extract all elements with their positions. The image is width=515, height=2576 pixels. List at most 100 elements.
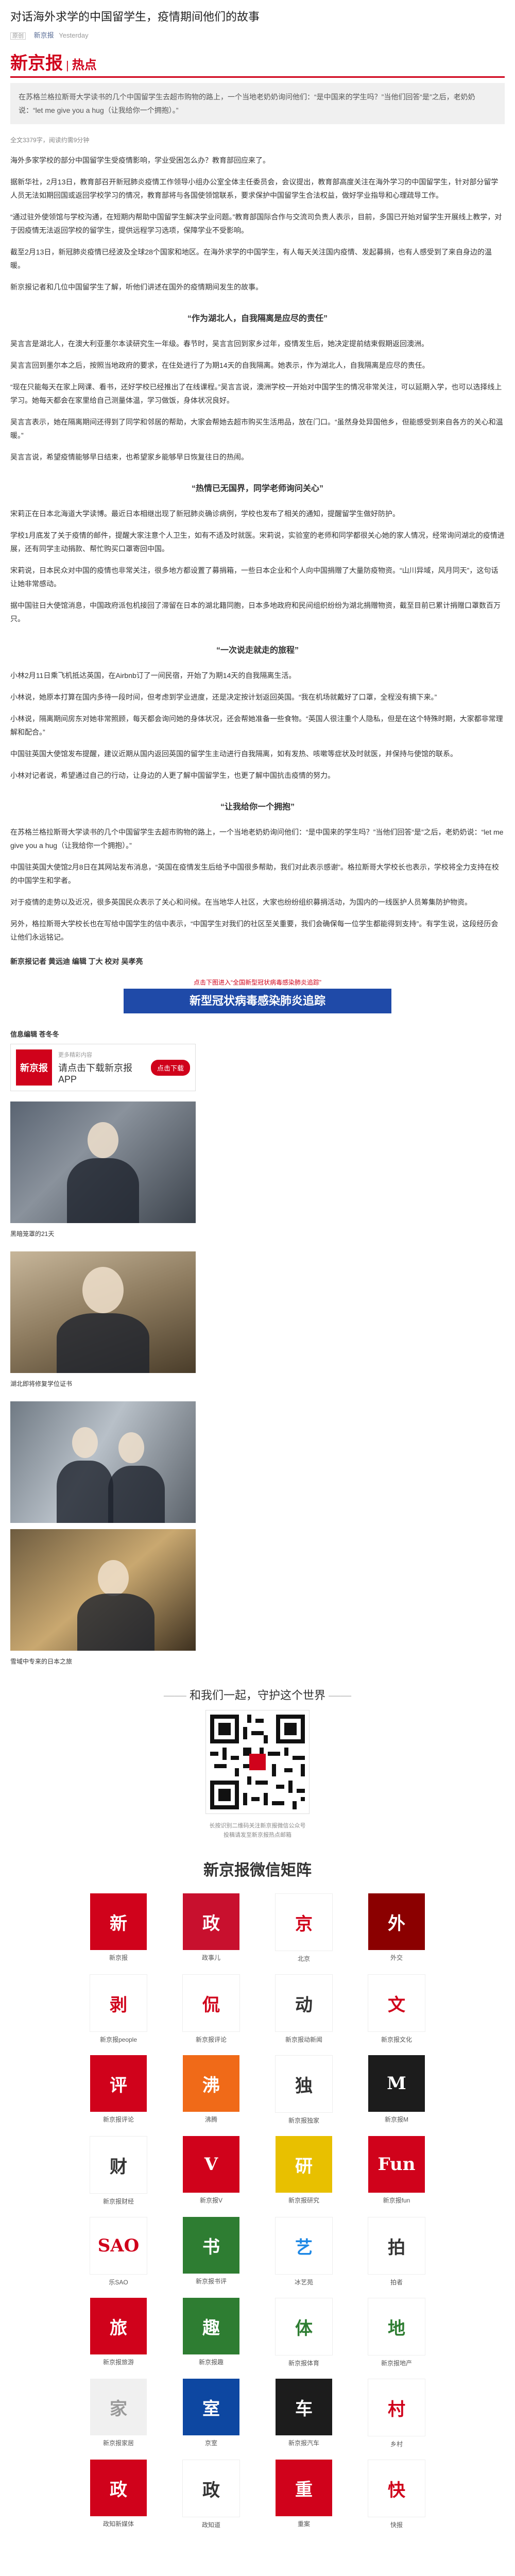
- matrix-account-tile[interactable]: 财新京报财经: [88, 2136, 149, 2206]
- intro-paragraph: 截至2月13日，新冠肺炎疫情已经波及全球28个国家和地区。在海外求学的中国学生，…: [10, 248, 492, 269]
- person-head-shape: [72, 1427, 98, 1458]
- section4-paragraph: 在苏格兰格拉斯哥大学读书的几个中国留学生去超市购物的路上，一个当地老奶奶询问他们…: [10, 828, 504, 850]
- account-name: 外交: [390, 1954, 403, 1961]
- matrix-account-tile[interactable]: 评新京报评论: [88, 2055, 149, 2125]
- account-name: 北京: [297, 1955, 310, 1962]
- app-subtitle: 更多精彩内容: [58, 1052, 92, 1058]
- matrix-account-tile[interactable]: 体新京报体育: [273, 2298, 335, 2367]
- news-photo[interactable]: [10, 1401, 196, 1523]
- matrix-title: 新京报微信矩阵: [203, 1862, 312, 1879]
- person-body-shape: [77, 1594, 154, 1651]
- matrix-account-tile[interactable]: 拍拍者: [366, 2217, 427, 2286]
- account-name: 重案: [297, 2520, 310, 2528]
- matrix-account-tile[interactable]: 车新京报汽车: [273, 2379, 335, 2448]
- intro-paragraph: 据新华社，2月13日，教育部召开新冠肺炎疫情工作领导小组办公室全体主任委员会，会…: [10, 178, 499, 199]
- section4-paragraph: 中国驻英国大使馆2月8日在其网站发布消息，“英国在疫情发生后给予中国很多帮助，我…: [10, 863, 499, 885]
- account-name: 新京报动新闻: [285, 2036, 322, 2043]
- news-photo[interactable]: [10, 1101, 196, 1223]
- matrix-account-tile[interactable]: 侃新京报评论: [180, 1974, 242, 2044]
- matrix-account-tile[interactable]: 京北京: [273, 1893, 335, 1963]
- account-logo-icon: 文: [368, 1974, 425, 2032]
- account-logo-icon: 村: [368, 2379, 425, 2436]
- account-matrix-grid: 新新京报政政事儿京北京外外交剥新京报people 侃新京报评论动新京报动新闻文新京…: [88, 1893, 427, 2529]
- account-name: 冰艺苑: [294, 2279, 313, 2286]
- section-heading: “热情已无国界，同学老师询问关心”: [191, 484, 323, 493]
- section3-paragraph: 小林说，她原本打算在国内多待一段时间，但考虑到学业进度，还是决定按计划返回英国。…: [10, 693, 437, 701]
- summary-box: 在苏格兰格拉斯哥大学读书的几个中国留学生去超市购物的路上，一个当地老奶奶询问他们…: [10, 83, 505, 124]
- matrix-account-tile[interactable]: 剥新京报people: [88, 1974, 149, 2044]
- source-link[interactable]: 新京报: [34, 31, 54, 39]
- account-logo-icon: V: [183, 2136, 239, 2193]
- matrix-account-tile[interactable]: V 新京报V: [180, 2136, 242, 2206]
- account-logo-icon: 政: [183, 1893, 239, 1950]
- article-wrap: 对话海外求学的中国留学生，疫情期间他们的故事 原创 新京报 Yesterday …: [0, 9, 515, 2550]
- account-logo-icon: 外: [368, 1893, 425, 1950]
- account-name: 新京报财经: [102, 2198, 134, 2205]
- matrix-account-tile[interactable]: 村乡村: [366, 2379, 427, 2448]
- matrix-account-tile[interactable]: 政政知道: [180, 2460, 242, 2529]
- account-logo-icon: 车: [276, 2379, 332, 2435]
- account-logo-icon: M: [368, 2055, 425, 2112]
- matrix-account-tile[interactable]: 艺冰艺苑: [273, 2217, 335, 2286]
- account-logo-icon: 旅: [90, 2298, 147, 2354]
- section2-paragraph: 宋莉说，日本民众对中国的疫情也非常关注，很多地方都设置了募捐箱，一些日本企业和个…: [10, 566, 499, 588]
- app-download-card[interactable]: 新京报 更多精彩内容 请点击下载新京报APP 点击下载: [10, 1044, 196, 1091]
- account-logo-icon: 快: [368, 2460, 425, 2517]
- original-badge: 原创: [10, 32, 26, 40]
- account-logo-icon: 室: [183, 2379, 239, 2435]
- section1-paragraph: 吴言言说，希望疫情能够早日结束，也希望家乡能够早日恢复往日的热闹。: [10, 453, 248, 461]
- banner-hint: 点击下图进入“全国新型冠状病毒感染肺炎追踪”: [194, 979, 321, 986]
- matrix-account-tile[interactable]: 趣新京报趣: [180, 2298, 242, 2367]
- news-photo[interactable]: [10, 1251, 196, 1373]
- matrix-account-tile[interactable]: M 新京报M: [366, 2055, 427, 2125]
- matrix-account-tile[interactable]: 独新京报独家: [273, 2055, 335, 2125]
- section3-paragraph: 小林说，隔离期间房东对她非常照顾，每天都会询问她的身体状况，还会帮她准备一些食物…: [10, 715, 503, 736]
- account-name: 沸腾: [204, 2116, 217, 2123]
- section2-paragraph: 学校1月底发了关于疫情的邮件，提醒大家注意个人卫生，如有不适及时就医。宋莉说，实…: [10, 531, 505, 553]
- qr-code[interactable]: [205, 1710, 310, 1814]
- app-logo-icon: 新京报: [16, 1049, 52, 1086]
- account-logo-icon: 趣: [183, 2298, 239, 2354]
- image-caption: 信息编辑 苍冬冬: [10, 1030, 59, 1038]
- section2-paragraph: 宋莉正在日本北海道大学读博。最近日本相继出现了新冠肺炎确诊病例，学校也发布了相关…: [10, 510, 400, 518]
- matrix-account-tile[interactable]: 家新京报家居: [88, 2379, 149, 2448]
- matrix-account-tile[interactable]: 动新京报动新闻: [273, 1974, 335, 2044]
- matrix-account-tile[interactable]: 旅新京报旅游: [88, 2298, 149, 2367]
- matrix-account-tile[interactable]: Fun 新京报fun: [366, 2136, 427, 2206]
- matrix-account-tile[interactable]: 文新京报文化: [366, 1974, 427, 2044]
- matrix-account-tile[interactable]: 快快报: [366, 2460, 427, 2529]
- matrix-account-tile[interactable]: 新新京报: [88, 1893, 149, 1963]
- account-name: 新京报: [109, 1954, 128, 1961]
- account-logo-icon: 剥: [90, 1974, 147, 2032]
- account-name: 新京报people: [99, 2036, 138, 2043]
- matrix-account-tile[interactable]: 地新京报地产: [366, 2298, 427, 2367]
- person-head-shape: [82, 1267, 124, 1313]
- tracking-banner[interactable]: 点击下图进入“全国新型冠状病毒感染肺炎追踪” 新型冠状病毒感染肺炎追踪: [124, 978, 391, 1013]
- account-name: 新京报评论: [195, 2036, 227, 2043]
- app-download-button[interactable]: 点击下载: [151, 1059, 190, 1076]
- intro-paragraph: 新京报记者和几位中国留学生了解，听他们讲述在国外的疫情期间发生的故事。: [10, 283, 263, 291]
- photo-caption: 湖北即将修复学位证书: [10, 1380, 73, 1387]
- app-title: 请点击下载新京报APP: [58, 1062, 132, 1084]
- section2-paragraph: 据中国驻日大使馆消息，中国政府派包机接回了滞留在日本的湖北籍同胞，日本多地政府和…: [10, 601, 501, 623]
- matrix-account-tile[interactable]: 研新京报研究: [273, 2136, 335, 2206]
- account-logo-icon: 评: [90, 2055, 147, 2112]
- account-name: 新京报M: [385, 2116, 408, 2123]
- matrix-account-tile[interactable]: 沸沸腾: [180, 2055, 242, 2125]
- account-logo-icon: 体: [275, 2298, 333, 2355]
- editor-credits: 新京报记者 黄远迪 编辑 丁大 校对 吴孝亮: [10, 957, 143, 965]
- news-photo[interactable]: [10, 1529, 196, 1651]
- banner-button[interactable]: 新型冠状病毒感染肺炎追踪: [124, 989, 391, 1013]
- matrix-account-tile[interactable]: 室京室: [180, 2379, 242, 2448]
- account-logo-icon: 研: [276, 2136, 332, 2193]
- publish-date: Yesterday: [59, 31, 89, 39]
- matrix-account-tile[interactable]: 外外交: [366, 1893, 427, 1963]
- section-heading: “一次说走就走的旅程”: [216, 646, 299, 655]
- qr-instruction: 长按识别二维码关注新京报微信公众号: [209, 1823, 306, 1829]
- matrix-account-tile[interactable]: SAO 乐SAO: [88, 2217, 149, 2286]
- matrix-account-tile[interactable]: 政政知新媒体: [88, 2460, 149, 2529]
- matrix-account-tile[interactable]: 书新京报书评: [180, 2217, 242, 2286]
- matrix-account-tile[interactable]: 重重案: [273, 2460, 335, 2529]
- matrix-account-tile[interactable]: 政政事儿: [180, 1893, 242, 1963]
- brand-separator: |: [66, 59, 69, 72]
